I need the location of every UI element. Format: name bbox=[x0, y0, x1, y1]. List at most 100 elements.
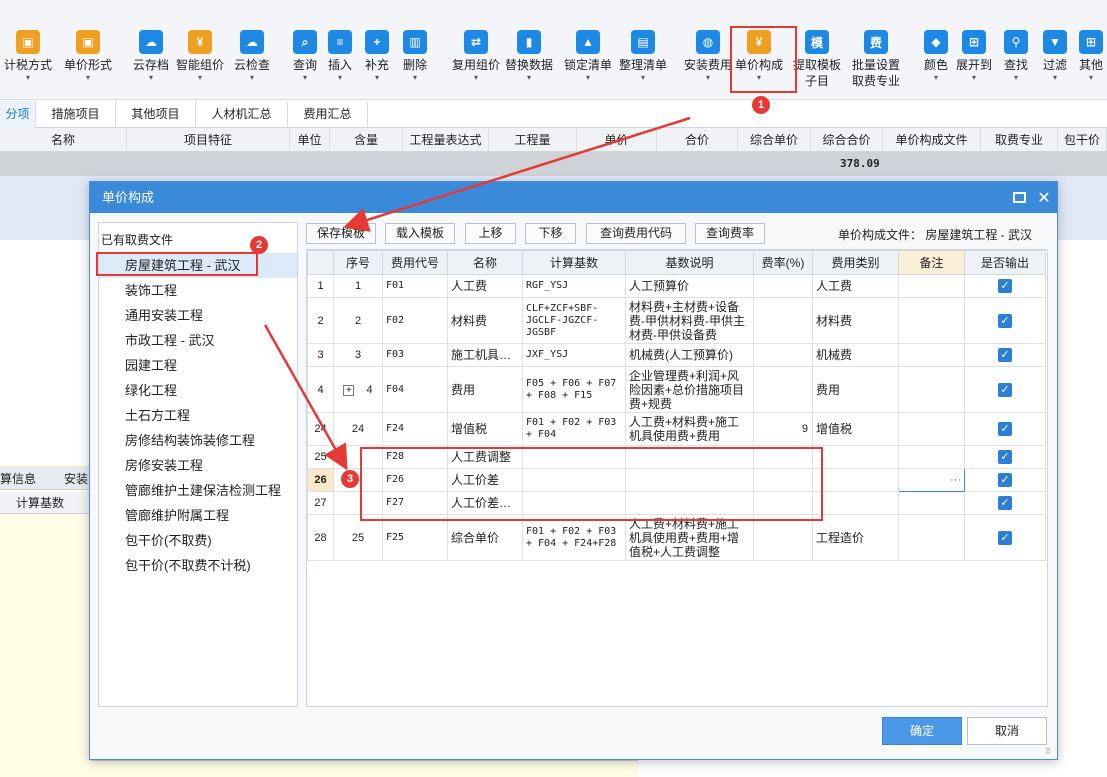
toolbar-button-lock-list[interactable]: ▲ 锁定清单 ▾ bbox=[564, 30, 612, 94]
main-grid-column-header[interactable]: 综合合价 bbox=[811, 128, 883, 152]
note-cell[interactable] bbox=[898, 366, 965, 413]
fee-file-item[interactable]: 园建工程 bbox=[99, 353, 297, 378]
toolbar-button-delete[interactable]: ▥ 删除 ▾ bbox=[403, 30, 427, 94]
checkbox-checked-icon[interactable]: ✓ bbox=[998, 382, 1012, 397]
toolbar-button-color[interactable]: ◆ 颜色 ▾ bbox=[924, 30, 948, 94]
note-cell[interactable] bbox=[898, 297, 965, 344]
note-cell[interactable] bbox=[898, 274, 965, 298]
toolbar-button-filter[interactable]: ▼ 过滤 ▾ bbox=[1043, 30, 1067, 94]
main-grid-column-header[interactable]: 项目特征 bbox=[127, 128, 290, 152]
rate-cell[interactable] bbox=[753, 297, 813, 344]
output-cell[interactable]: ✓ bbox=[964, 491, 1046, 515]
toolbar-button-other[interactable]: ⊞ 其他 ▾ bbox=[1079, 30, 1103, 94]
row-number-cell[interactable]: 4 bbox=[307, 366, 334, 413]
grid-column-header[interactable]: 备注 bbox=[898, 250, 965, 275]
table-row[interactable]: 24 24 F24 增值税 F01 + F02 + F03 + F04 人工费+材料费+施… bbox=[307, 412, 1046, 446]
fee-file-item[interactable]: 装饰工程 bbox=[99, 278, 297, 303]
toolbar-button-extract-template[interactable]: 模提取模板 子目 bbox=[793, 30, 841, 94]
resize-grip-icon[interactable]: ⠿ bbox=[1045, 747, 1055, 757]
main-grid-total-row[interactable]: 378.09 bbox=[0, 152, 1107, 176]
seq-cell[interactable]: 24 bbox=[333, 412, 383, 446]
output-cell[interactable]: ✓ bbox=[964, 445, 1046, 469]
row-number-cell[interactable]: 27 bbox=[307, 491, 334, 515]
base-cell[interactable]: RGF_YSJ bbox=[522, 274, 626, 298]
ok-button[interactable]: 确定 bbox=[882, 717, 962, 745]
base-cell[interactable]: JXF_YSJ bbox=[522, 343, 626, 367]
fee-file-item[interactable]: 包干价(不取费) bbox=[99, 528, 297, 553]
fee-code-cell[interactable]: F01 bbox=[382, 274, 448, 298]
row-number-cell[interactable]: 24 bbox=[307, 412, 334, 446]
main-grid-column-header[interactable]: 包干价 bbox=[1058, 128, 1107, 152]
name-cell[interactable]: 人工费 bbox=[447, 274, 523, 298]
toolbar-button-find[interactable]: ⚲ 查找 ▾ bbox=[1004, 30, 1028, 94]
output-cell[interactable]: ✓ bbox=[964, 412, 1046, 446]
main-grid-column-header[interactable]: 单位 bbox=[290, 128, 330, 152]
fee-file-item[interactable]: 房修结构装饰装修工程 bbox=[99, 428, 297, 453]
tab-0[interactable]: 分项 bbox=[0, 101, 36, 128]
base-desc-cell[interactable]: 人工费+材料费+施工机具使用费+费用+增值税+人工费调整 bbox=[625, 514, 754, 561]
tab-1[interactable]: 措施项目 bbox=[36, 101, 116, 128]
note-cell[interactable] bbox=[898, 445, 965, 469]
base-cell[interactable]: F01 + F02 + F03 + F04 bbox=[522, 412, 626, 446]
main-grid-column-header[interactable]: 单价 bbox=[577, 128, 657, 152]
row-number-cell[interactable]: 1 bbox=[307, 274, 334, 298]
output-cell[interactable]: ✓ bbox=[964, 297, 1046, 344]
row-number-cell[interactable]: 2 bbox=[307, 297, 334, 344]
toolbar-button-insert[interactable]: ≡ 插入 ▾ bbox=[328, 30, 352, 94]
base-desc-cell[interactable]: 机械费(人工预算价) bbox=[625, 343, 754, 367]
tab-3[interactable]: 人材机汇总 bbox=[196, 101, 288, 128]
checkbox-checked-icon[interactable]: ✓ bbox=[998, 279, 1012, 293]
main-grid-column-header[interactable]: 综合单价 bbox=[738, 128, 811, 152]
fee-file-item[interactable]: 管廊维护附属工程 bbox=[99, 503, 297, 528]
table-row[interactable]: 28 25 F25 综合单价 F01 + F02 + F03 + F04 + F24+F… bbox=[307, 514, 1046, 561]
grid-column-header[interactable] bbox=[307, 250, 334, 275]
row-number-cell[interactable]: 25 bbox=[307, 445, 334, 469]
move-down-button[interactable]: 下移 bbox=[525, 223, 576, 244]
toolbar-button-smart-price[interactable]: ¥ 智能组价 ▾ bbox=[176, 30, 224, 94]
name-cell[interactable]: 综合单价 bbox=[447, 514, 523, 561]
toolbar-button-supplement[interactable]: + 补充 ▾ bbox=[365, 30, 389, 94]
base-desc-cell[interactable]: 材料费+主材费+设备费-甲供材料费-甲供主材费-甲供设备费 bbox=[625, 297, 754, 344]
base-desc-cell[interactable]: 企业管理费+利润+风险因素+总价措施项目费+规费 bbox=[625, 366, 754, 413]
main-grid-column-header[interactable]: 含量 bbox=[330, 128, 403, 152]
toolbar-button-organize-list[interactable]: ▤ 整理清单 ▾ bbox=[619, 30, 667, 94]
seq-cell[interactable]: +4 bbox=[333, 366, 383, 413]
note-cell[interactable] bbox=[898, 412, 965, 446]
row-number-cell[interactable]: 3 bbox=[307, 343, 334, 367]
fee-file-item[interactable]: 土石方工程 bbox=[99, 403, 297, 428]
output-cell[interactable]: ✓ bbox=[964, 514, 1046, 561]
rate-cell[interactable] bbox=[753, 274, 813, 298]
output-cell[interactable]: ✓ bbox=[964, 366, 1046, 413]
fee-type-cell[interactable]: 机械费 bbox=[812, 343, 899, 367]
fee-file-item[interactable]: 房修安装工程 bbox=[99, 453, 297, 478]
main-grid-column-header[interactable]: 取费专业 bbox=[981, 128, 1058, 152]
base-desc-cell[interactable]: 人工费+材料费+施工机具使用费+费用 bbox=[625, 412, 754, 446]
seq-cell[interactable]: 1 bbox=[333, 274, 383, 298]
name-cell[interactable]: 增值税 bbox=[447, 412, 523, 446]
base-cell[interactable]: F05 + F06 + F07 + F08 + F15 bbox=[522, 366, 626, 413]
toolbar-button-replace-data[interactable]: ▮ 替换数据 ▾ bbox=[505, 30, 553, 94]
seq-cell[interactable]: 3 bbox=[333, 343, 383, 367]
rate-cell[interactable] bbox=[753, 514, 813, 561]
name-cell[interactable]: 施工机具… bbox=[447, 343, 523, 367]
tab-2[interactable]: 其他项目 bbox=[116, 101, 196, 128]
output-cell[interactable]: ✓ bbox=[964, 343, 1046, 367]
main-grid-column-header[interactable]: 合价 bbox=[657, 128, 738, 152]
load-template-button[interactable]: 载入模板 bbox=[385, 223, 455, 244]
expand-plus-icon[interactable]: + bbox=[343, 384, 355, 396]
fee-file-item[interactable]: 市政工程 - 武汉 bbox=[99, 328, 297, 353]
fee-type-cell[interactable]: 费用 bbox=[812, 366, 899, 413]
note-cell[interactable] bbox=[898, 491, 965, 515]
table-row[interactable]: 1 1 F01 人工费 RGF_YSJ 人工预算价 人工费 ✓ bbox=[307, 274, 1046, 298]
main-grid-column-header[interactable]: 单价构成文件 bbox=[883, 128, 981, 152]
note-cell[interactable] bbox=[898, 343, 965, 367]
note-cell[interactable] bbox=[898, 514, 965, 561]
table-row[interactable]: 4 +4 F04 费用 F05 + F06 + F07 + F08 + F15 企业管理费… bbox=[307, 366, 1046, 413]
name-cell[interactable]: 材料费 bbox=[447, 297, 523, 344]
query-fee-code-button[interactable]: 查询费用代码 bbox=[586, 223, 686, 244]
seq-cell[interactable]: 2 bbox=[333, 297, 383, 344]
base-cell[interactable]: CLF+ZCF+SBF-JGCLF-JGZCF-JGSBF bbox=[522, 297, 626, 344]
row-number-cell[interactable]: 26 bbox=[307, 468, 334, 492]
checkbox-checked-icon[interactable]: ✓ bbox=[998, 530, 1012, 545]
close-icon[interactable]: ✕ bbox=[1033, 182, 1055, 213]
